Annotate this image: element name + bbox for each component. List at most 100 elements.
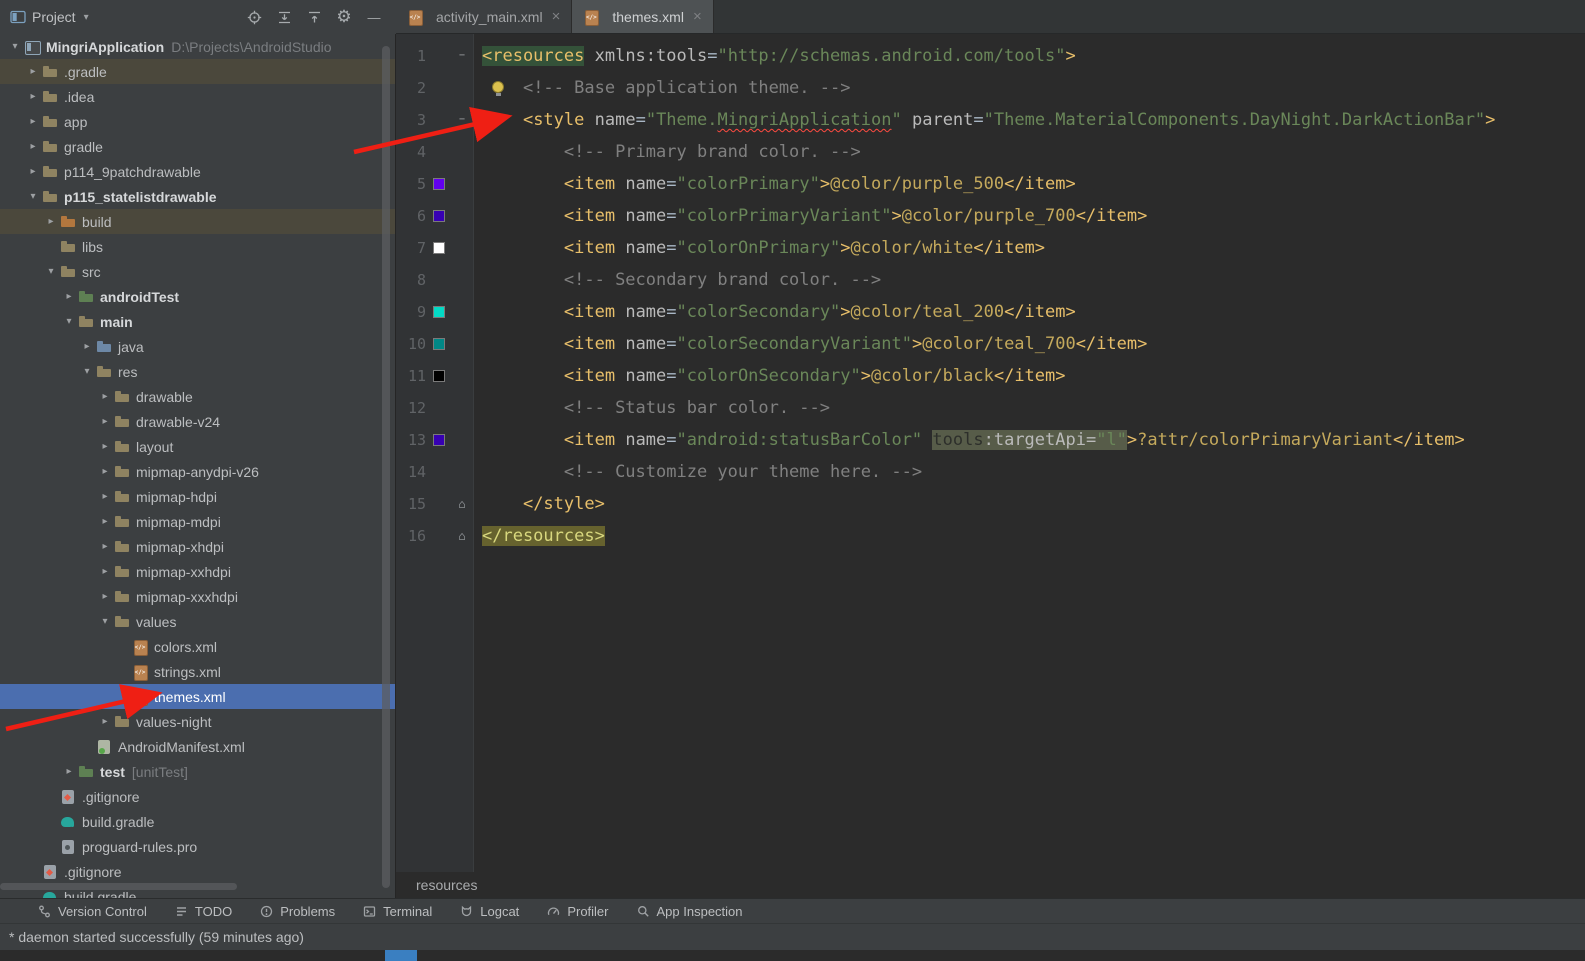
tree-item-res[interactable]: ▾ res — [0, 359, 395, 384]
chevron-right-icon[interactable]: ▸ — [96, 566, 114, 577]
tree-item-colors-xml[interactable]: colors.xml — [0, 634, 395, 659]
tree-item-mipmap-xhdpi[interactable]: ▸ mipmap-xhdpi — [0, 534, 395, 559]
code-area[interactable]: 1− <resources xmlns:tools="http://schemas… — [396, 34, 1585, 872]
tree-item-src[interactable]: ▾ src — [0, 259, 395, 284]
tree-item-mipmap-anydpi-v26[interactable]: ▸ mipmap-anydpi-v26 — [0, 459, 395, 484]
chevron-right-icon[interactable]: ▸ — [24, 141, 42, 152]
chevron-down-icon[interactable]: ▾ — [24, 191, 42, 202]
code-line-16[interactable]: 16 ⌂ </resources> — [396, 520, 1585, 552]
tree-item-proguard-rules-pro[interactable]: proguard-rules.pro — [0, 834, 395, 859]
fold-marker-icon[interactable]: − — [452, 50, 472, 62]
hide-panel-icon[interactable]: — — [362, 5, 386, 29]
tree-item-build[interactable]: ▸ build — [0, 209, 395, 234]
tree-item-values[interactable]: ▾ values — [0, 609, 395, 634]
color-swatch[interactable] — [433, 434, 445, 446]
chevron-right-icon[interactable]: ▸ — [24, 66, 42, 77]
code-line-7[interactable]: 7 <item name="colorOnPrimary">@color/whi… — [396, 232, 1585, 264]
tree-item-main[interactable]: ▾ main — [0, 309, 395, 334]
tab-themes-xml[interactable]: themes.xml × — [572, 0, 714, 33]
code-line-1[interactable]: 1− <resources xmlns:tools="http://schemas… — [396, 40, 1585, 72]
chevron-right-icon[interactable]: ▸ — [96, 591, 114, 602]
code-line-11[interactable]: 11 <item name="colorOnSecondary">@color/… — [396, 360, 1585, 392]
chevron-right-icon[interactable]: ▸ — [24, 91, 42, 102]
close-icon[interactable]: × — [691, 8, 702, 25]
toolwindow-problems[interactable]: Problems — [260, 904, 335, 919]
code-line-13[interactable]: 13 <item name="android:statusBarColor" t… — [396, 424, 1585, 456]
code-line-8[interactable]: 8 <!-- Secondary brand color. --> — [396, 264, 1585, 296]
chevron-right-icon[interactable]: ▸ — [42, 216, 60, 227]
tree-item-androidmanifest-xml[interactable]: AndroidManifest.xml — [0, 734, 395, 759]
color-swatch[interactable] — [433, 178, 445, 190]
tree-item-mipmap-xxxhdpi[interactable]: ▸ mipmap-xxxhdpi — [0, 584, 395, 609]
tree-item-libs[interactable]: libs — [0, 234, 395, 259]
color-swatch[interactable] — [433, 338, 445, 350]
chevron-right-icon[interactable]: ▸ — [60, 766, 78, 777]
chevron-down-icon[interactable]: ▾ — [84, 12, 89, 23]
settings-gear-icon[interactable]: ⚙ — [332, 5, 356, 29]
tree-item-androidtest[interactable]: ▸ androidTest — [0, 284, 395, 309]
tree-vertical-scrollbar[interactable] — [382, 46, 390, 888]
expand-all-icon[interactable] — [272, 5, 296, 29]
tree-item-layout[interactable]: ▸ layout — [0, 434, 395, 459]
tab-activity-main-xml[interactable]: activity_main.xml × — [396, 0, 573, 33]
chevron-down-icon[interactable]: ▾ — [78, 366, 96, 377]
tree-item-test[interactable]: ▸ test [unitTest] — [0, 759, 395, 784]
tree-item-drawable[interactable]: ▸ drawable — [0, 384, 395, 409]
chevron-right-icon[interactable]: ▸ — [96, 441, 114, 452]
tree-item-p115-statelistdrawable[interactable]: ▾ p115_statelistdrawable — [0, 184, 395, 209]
breadcrumb[interactable]: resources — [396, 872, 1585, 898]
tree-item-themes-xml[interactable]: themes.xml — [0, 684, 395, 709]
chevron-right-icon[interactable]: ▸ — [24, 116, 42, 127]
toolwindow-profiler[interactable]: Profiler — [547, 904, 609, 919]
tree-item--gradle[interactable]: ▸ .gradle — [0, 59, 395, 84]
panel-title[interactable]: Project — [32, 9, 76, 25]
color-swatch[interactable] — [433, 370, 445, 382]
toolwindow-logcat[interactable]: Logcat — [460, 904, 519, 919]
tree-item-java[interactable]: ▸ java — [0, 334, 395, 359]
tree-item-gradle[interactable]: ▸ gradle — [0, 134, 395, 159]
code-line-9[interactable]: 9 <item name="colorSecondary">@color/tea… — [396, 296, 1585, 328]
select-opened-file-icon[interactable] — [242, 5, 266, 29]
color-swatch[interactable] — [433, 242, 445, 254]
fold-marker-icon[interactable]: ⌂ — [452, 498, 472, 510]
code-line-15[interactable]: 15 ⌂ </style> — [396, 488, 1585, 520]
tree-item-app[interactable]: ▸ app — [0, 109, 395, 134]
code-line-5[interactable]: 5 <item name="colorPrimary">@color/purpl… — [396, 168, 1585, 200]
tree-item-strings-xml[interactable]: strings.xml — [0, 659, 395, 684]
tree-item-p114-9patchdrawable[interactable]: ▸ p114_9patchdrawable — [0, 159, 395, 184]
tree-item--gitignore[interactable]: .gitignore — [0, 859, 395, 884]
tree-item-mipmap-hdpi[interactable]: ▸ mipmap-hdpi — [0, 484, 395, 509]
chevron-right-icon[interactable]: ▸ — [96, 716, 114, 727]
tree-item-drawable-v24[interactable]: ▸ drawable-v24 — [0, 409, 395, 434]
tree-item--idea[interactable]: ▸ .idea — [0, 84, 395, 109]
code-line-10[interactable]: 10 <item name="colorSecondaryVariant">@c… — [396, 328, 1585, 360]
breadcrumb-item[interactable]: resources — [416, 877, 477, 893]
tree-item-values-night[interactable]: ▸ values-night — [0, 709, 395, 734]
code-line-12[interactable]: 12 <!-- Status bar color. --> — [396, 392, 1585, 424]
toolwindow-todo[interactable]: TODO — [175, 904, 232, 919]
chevron-down-icon[interactable]: ▾ — [96, 616, 114, 627]
chevron-right-icon[interactable]: ▸ — [96, 391, 114, 402]
chevron-right-icon[interactable]: ▸ — [24, 166, 42, 177]
tree-item--gitignore[interactable]: .gitignore — [0, 784, 395, 809]
code-line-2[interactable]: 2 <!-- Base application theme. --> — [396, 72, 1585, 104]
fold-marker-icon[interactable]: ⌂ — [452, 530, 472, 542]
tree-item-mipmap-mdpi[interactable]: ▸ mipmap-mdpi — [0, 509, 395, 534]
tree-item-mipmap-xxhdpi[interactable]: ▸ mipmap-xxhdpi — [0, 559, 395, 584]
collapse-all-icon[interactable] — [302, 5, 326, 29]
color-swatch[interactable] — [433, 210, 445, 222]
chevron-right-icon[interactable]: ▸ — [78, 341, 96, 352]
chevron-down-icon[interactable]: ▾ — [42, 266, 60, 277]
code-line-3[interactable]: 3− <style name="Theme.MingriApplication"… — [396, 104, 1585, 136]
chevron-right-icon[interactable]: ▸ — [60, 291, 78, 302]
chevron-right-icon[interactable]: ▸ — [96, 516, 114, 527]
toolwindow-terminal[interactable]: Terminal — [363, 904, 432, 919]
code-line-4[interactable]: 4 <!-- Primary brand color. --> — [396, 136, 1585, 168]
chevron-right-icon[interactable]: ▸ — [96, 491, 114, 502]
tree-horizontal-scrollbar[interactable] — [0, 883, 237, 890]
chevron-right-icon[interactable]: ▸ — [96, 541, 114, 552]
chevron-right-icon[interactable]: ▸ — [96, 416, 114, 427]
fold-marker-icon[interactable]: − — [452, 114, 472, 126]
code-line-14[interactable]: 14 <!-- Customize your theme here. --> — [396, 456, 1585, 488]
intention-bulb-icon[interactable] — [492, 81, 504, 96]
